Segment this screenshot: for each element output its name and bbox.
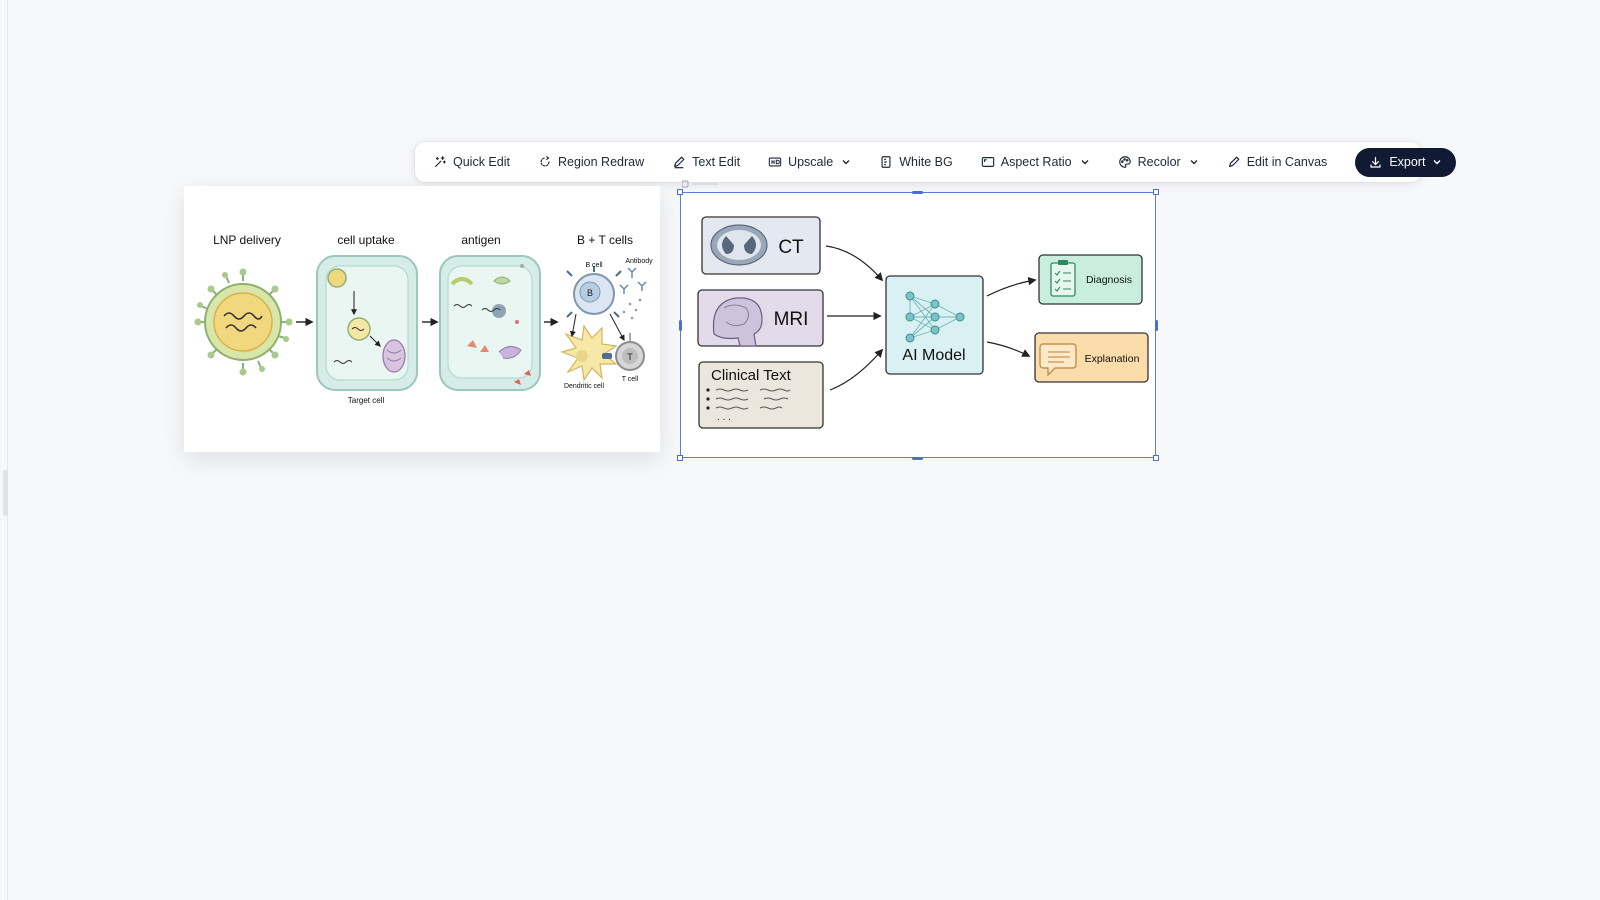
b-cell	[566, 266, 622, 318]
antibody-label: Antibody	[625, 258, 653, 265]
upscale-dropdown[interactable]: Upscale	[768, 155, 851, 169]
step-title-lnp: LNP delivery	[213, 233, 281, 247]
aspect-ratio-label: Aspect Ratio	[1000, 155, 1072, 169]
region-redraw-label: Region Redraw	[557, 155, 645, 169]
diagnosis-label: Diagnosis	[1086, 274, 1132, 286]
resize-handle-top-left[interactable]	[677, 189, 683, 195]
region-redraw-icon	[540, 156, 550, 167]
upscale-label: Upscale	[788, 155, 834, 169]
background-icon	[881, 156, 891, 168]
white-bg-label: White BG	[899, 155, 953, 169]
step-title-uptake: cell uptake	[337, 233, 395, 247]
t-cell-letter: T	[627, 352, 633, 362]
chevron-down-icon	[1433, 160, 1441, 165]
text-edit-label: Text Edit	[692, 155, 741, 169]
palette-icon	[1118, 156, 1131, 168]
lipid-nanoparticle	[194, 268, 293, 376]
chevron-down-icon	[1190, 160, 1198, 165]
mri-label: MRI	[774, 309, 809, 330]
recolor-dropdown[interactable]: Recolor	[1118, 155, 1199, 169]
edit-in-canvas-button[interactable]: Edit in Canvas	[1227, 155, 1328, 169]
pencil-icon	[1228, 156, 1240, 167]
resize-handle-bottom-left[interactable]	[677, 455, 683, 461]
explanation-label: Explanation	[1085, 353, 1140, 365]
target-cell-label: Target cell	[348, 396, 385, 405]
dendritic-cell-label: Dendritic cell	[564, 383, 605, 390]
b-cell-label: B cell	[585, 262, 603, 269]
chevron-down-icon	[1081, 160, 1089, 165]
quick-edit-label: Quick Edit	[453, 155, 510, 169]
chevron-down-icon	[842, 160, 850, 165]
left-rail	[0, 0, 8, 900]
text-edit-button[interactable]: Text Edit	[672, 155, 740, 169]
aspect-ratio-icon	[981, 157, 995, 167]
edit-in-canvas-label: Edit in Canvas	[1246, 155, 1328, 169]
dendritic-cell	[560, 324, 618, 382]
t-cell-label: T cell	[622, 376, 639, 383]
white-bg-button[interactable]: White BG	[879, 155, 953, 169]
panel-resize-handle[interactable]	[3, 470, 8, 516]
step-title-antigen: antigen	[461, 233, 500, 247]
resize-handle-bottom-right[interactable]	[1153, 455, 1159, 461]
clinical-text-label: Clinical Text	[711, 367, 792, 384]
frame-name-tag	[681, 175, 742, 188]
resize-handle-top[interactable]	[912, 191, 923, 194]
download-icon	[1370, 156, 1381, 168]
clinical-text-ellipsis: . . .	[717, 412, 731, 423]
target-cell	[316, 255, 418, 391]
resize-handle-left[interactable]	[679, 320, 682, 331]
aspect-ratio-dropdown[interactable]: Aspect Ratio	[981, 155, 1090, 169]
antigen-cell	[439, 255, 541, 391]
resize-handle-top-right[interactable]	[1153, 189, 1159, 195]
step-title-cells: B + T cells	[577, 233, 633, 247]
resize-handle-right[interactable]	[1155, 320, 1158, 331]
ct-label: CT	[778, 237, 804, 258]
antibodies	[619, 267, 647, 294]
ai-model-diagram-image[interactable]: CT MRI Clinical Text . . . AI Model Diag…	[680, 192, 1156, 458]
recolor-label: Recolor	[1137, 155, 1181, 169]
ai-model-label: AI Model	[902, 347, 965, 364]
hd-icon	[768, 157, 782, 167]
region-redraw-button[interactable]: Region Redraw	[538, 155, 644, 169]
b-cell-letter: B	[587, 288, 593, 298]
resize-handle-bottom[interactable]	[912, 457, 923, 460]
quick-edit-button[interactable]: Quick Edit	[433, 155, 510, 169]
pencil-icon	[674, 156, 685, 169]
antibody-particles	[622, 298, 642, 320]
export-label: Export	[1389, 155, 1426, 169]
sparkle-wand-icon	[435, 156, 446, 167]
vaccine-pathway-image[interactable]: LNP delivery cell uptake antigen B + T c…	[184, 186, 660, 452]
export-button[interactable]: Export	[1355, 147, 1457, 177]
image-toolbar: Quick Edit Region Redraw Text Edit Upsca…	[415, 142, 1457, 182]
